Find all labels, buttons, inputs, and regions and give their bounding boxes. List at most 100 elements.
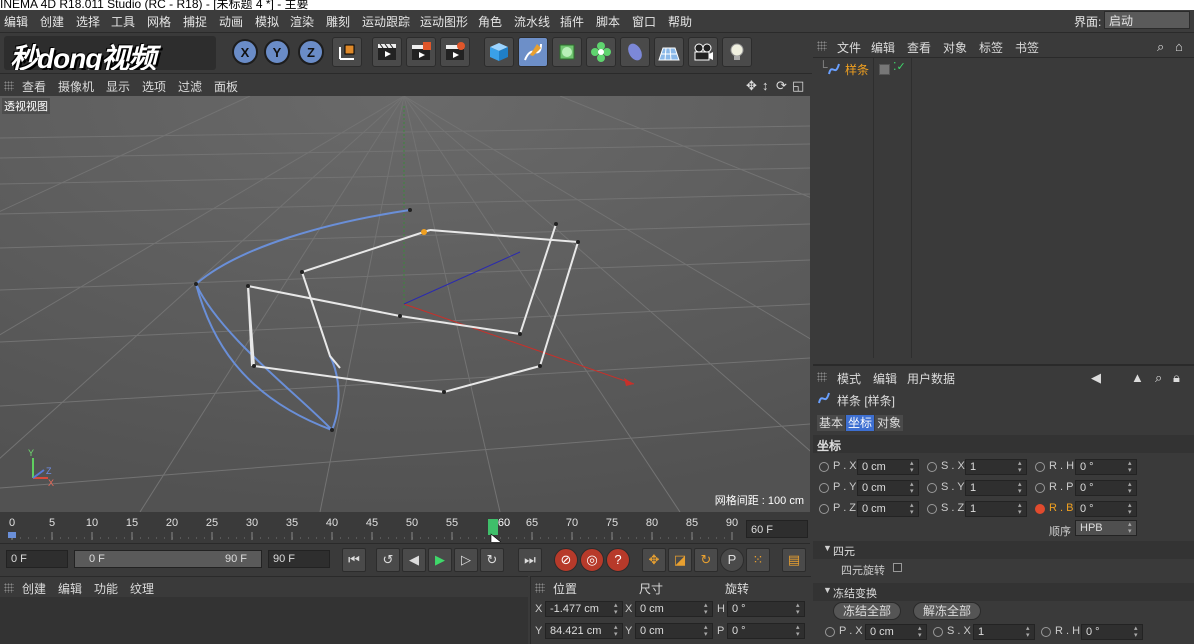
viewport-menu-panel[interactable]: 面板 [214, 78, 238, 95]
next-frame-button[interactable]: ▷ [454, 548, 478, 572]
pz-field[interactable]: 0 cm [857, 501, 919, 517]
panel-grip-icon[interactable] [535, 583, 545, 593]
freeze-sx-field[interactable]: 1 [973, 624, 1035, 640]
sz-key-radio[interactable] [927, 504, 937, 514]
object-manager-list[interactable]: └ 样条 ⁚✓ [813, 58, 1194, 360]
render-settings-button[interactable] [440, 37, 470, 67]
material-menu-texture[interactable]: 纹理 [130, 580, 154, 597]
menu-sculpt[interactable]: 雕刻 [326, 13, 350, 30]
menu-tools[interactable]: 工具 [111, 13, 135, 30]
menu-character[interactable]: 角色 [478, 13, 502, 30]
sy-field[interactable]: 1 [965, 480, 1027, 496]
record-active-button[interactable]: ⊘ [554, 548, 578, 572]
viewport-maximize-icon[interactable]: ◱ [792, 78, 804, 94]
menu-script[interactable]: 脚本 [596, 13, 620, 30]
order-select[interactable]: HPB [1075, 520, 1137, 536]
sz-field[interactable]: 1 [965, 501, 1027, 517]
add-spline-pen-button[interactable] [518, 37, 548, 67]
px-key-radio[interactable] [819, 462, 829, 472]
viewport-menu-cameras[interactable]: 摄像机 [58, 78, 94, 95]
rotation-key-button[interactable]: ↻ [694, 548, 718, 572]
am-up-arrow-icon[interactable]: ▲ [1131, 370, 1144, 385]
coord-size-x-field[interactable]: 0 cm [635, 601, 713, 617]
material-menu-edit[interactable]: 编辑 [58, 580, 82, 597]
px-field[interactable]: 0 cm [857, 459, 919, 475]
viewport-menu-options[interactable]: 选项 [142, 78, 166, 95]
end-frame-field[interactable]: 90 F [268, 550, 330, 568]
am-menu-userdata[interactable]: 用户数据 [907, 370, 955, 387]
previous-key-button[interactable]: ↺ [376, 548, 400, 572]
am-search-icon[interactable]: ⌕ [1155, 370, 1162, 386]
unfreeze-all-button[interactable]: 解冻全部 [913, 602, 981, 620]
subdivision-surface-button[interactable] [552, 37, 582, 67]
light-button[interactable] [722, 37, 752, 67]
freeze-rh-key-radio[interactable] [1041, 627, 1051, 637]
sy-key-radio[interactable] [927, 483, 937, 493]
om-menu-tags[interactable]: 标签 [979, 39, 1003, 56]
freeze-rh-field[interactable]: 0 ° [1081, 624, 1143, 640]
layer-color-icon[interactable] [879, 64, 890, 75]
am-menu-edit[interactable]: 编辑 [873, 370, 897, 387]
freeze-px-key-radio[interactable] [825, 627, 835, 637]
menu-pipeline[interactable]: 流水线 [514, 13, 550, 30]
pz-key-radio[interactable] [819, 504, 829, 514]
om-menu-edit[interactable]: 编辑 [871, 39, 895, 56]
camera-button[interactable] [688, 37, 718, 67]
quaternion-section-header[interactable]: ▼ 四元 [813, 541, 1194, 559]
keyframe-selection-button[interactable]: ? [606, 548, 630, 572]
coord-pos-y-field[interactable]: 84.421 cm [545, 623, 623, 639]
coord-rot-h-field[interactable]: 0 ° [727, 601, 805, 617]
panel-grip-icon[interactable] [4, 81, 14, 91]
go-to-end-button[interactable]: ⏭ [518, 548, 542, 572]
timeline-window-button[interactable]: ▤ [782, 548, 806, 572]
y-axis-lock-button[interactable]: Y [264, 39, 290, 65]
menu-help[interactable]: 帮助 [668, 13, 692, 30]
viewport-menu-view[interactable]: 查看 [22, 78, 46, 95]
rh-field[interactable]: 0 ° [1075, 459, 1137, 475]
menu-window[interactable]: 窗口 [632, 13, 656, 30]
menu-edit[interactable]: 编辑 [4, 13, 28, 30]
tab-basic[interactable]: 基本 [817, 415, 846, 431]
panel-grip-icon[interactable] [817, 372, 827, 382]
perspective-viewport[interactable]: Y Z X 透视视图 网格间距 : 100 cm [0, 96, 810, 512]
viewport-menu-filter[interactable]: 过滤 [178, 78, 202, 95]
coord-rot-p-field[interactable]: 0 ° [727, 623, 805, 639]
freeze-sx-key-radio[interactable] [933, 627, 943, 637]
add-cube-button[interactable] [484, 37, 514, 67]
visibility-dots-icon[interactable]: ⁚✓ [893, 60, 906, 73]
menu-mesh[interactable]: 网格 [147, 13, 171, 30]
object-row-spline[interactable]: └ 样条 ⁚✓ [813, 60, 1194, 78]
next-key-button[interactable]: ↻ [480, 548, 504, 572]
viewport-move-icon[interactable]: ✥ [746, 78, 757, 94]
material-list-area[interactable] [0, 597, 528, 644]
parameter-key-button[interactable]: P [720, 548, 744, 572]
am-back-arrow-icon[interactable]: ◀ [1091, 370, 1101, 386]
range-slider[interactable]: 0 F 90 F [74, 550, 262, 568]
play-button[interactable]: ▶ [428, 548, 452, 572]
coord-pos-x-field[interactable]: -1.477 cm [545, 601, 623, 617]
position-key-button[interactable]: ✥ [642, 548, 666, 572]
current-frame-field[interactable]: 60 F [746, 520, 808, 538]
layout-select[interactable]: 启动 [1104, 11, 1190, 29]
autokey-button[interactable]: ◎ [580, 548, 604, 572]
menu-animate[interactable]: 动画 [219, 13, 243, 30]
coord-size-y-field[interactable]: 0 cm [635, 623, 713, 639]
previous-frame-button[interactable]: ◀ [402, 548, 426, 572]
rb-key-radio[interactable] [1035, 504, 1045, 514]
freeze-all-button[interactable]: 冻结全部 [833, 602, 901, 620]
go-to-start-button[interactable]: ⏮ [342, 548, 366, 572]
render-picture-viewer-button[interactable] [406, 37, 436, 67]
z-axis-lock-button[interactable]: Z [298, 39, 324, 65]
object-name-label[interactable]: 样条 [845, 61, 869, 78]
menu-motion-tracking[interactable]: 运动跟踪 [362, 13, 410, 30]
om-search-icon[interactable]: ⌕ [1157, 39, 1164, 55]
sx-field[interactable]: 1 [965, 459, 1027, 475]
py-key-radio[interactable] [819, 483, 829, 493]
timeline-ruler[interactable]: 0 5 10 15 20 25 30 35 40 45 50 55 60 65 … [0, 514, 810, 542]
start-frame-field[interactable]: 0 F [6, 550, 68, 568]
menu-select[interactable]: 选择 [76, 13, 100, 30]
coordinate-system-button[interactable] [332, 37, 362, 67]
menu-simulate[interactable]: 模拟 [255, 13, 279, 30]
sx-key-radio[interactable] [927, 462, 937, 472]
render-view-button[interactable] [372, 37, 402, 67]
